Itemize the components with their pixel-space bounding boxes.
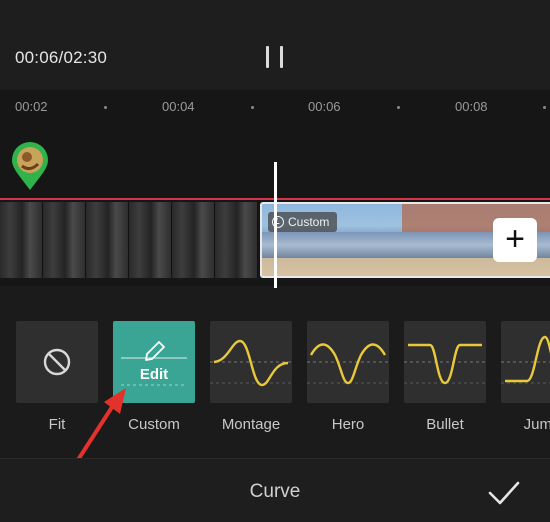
no-entry-icon (43, 348, 71, 376)
curve-icon (307, 343, 389, 385)
preset-label: Jump (523, 416, 550, 433)
edit-label: Edit (139, 366, 169, 383)
curve-icon (501, 335, 550, 384)
ruler-dot (543, 106, 546, 109)
preset-bullet[interactable]: Bullet (404, 321, 486, 433)
preset-label: Hero (331, 416, 365, 433)
curve-preset-list: Fit Edit Custom Montage Hero Bullet Jum (16, 321, 550, 441)
preset-custom-tile[interactable]: Edit (113, 321, 195, 403)
speed-curve-badge: Custom (268, 212, 338, 232)
preset-montage-tile[interactable] (210, 321, 292, 403)
bottom-sheet-bar: Curve (0, 458, 550, 522)
video-clip-1[interactable] (0, 202, 258, 278)
location-marker-icon[interactable] (10, 142, 50, 192)
time-ruler: 00:02 00:04 00:06 00:08 (0, 90, 550, 126)
add-clip-button[interactable]: + (493, 218, 537, 262)
player-bar: 00:06/02:30 (0, 0, 550, 90)
ruler-dot (251, 106, 254, 109)
preset-label: Custom (128, 416, 180, 433)
ruler-tick: 00:04 (162, 99, 195, 114)
preset-label: Montage (221, 416, 281, 433)
check-icon[interactable] (487, 479, 521, 507)
preset-fit[interactable]: Fit (16, 321, 98, 433)
preset-custom[interactable]: Edit Custom (113, 321, 195, 433)
preset-label: Fit (48, 416, 66, 433)
preset-montage[interactable]: Montage (210, 321, 292, 433)
ruler-tick: 00:02 (15, 99, 48, 114)
sheet-title: Curve (249, 481, 301, 502)
playhead[interactable] (274, 162, 277, 288)
curve-icon (210, 339, 292, 387)
preset-hero-tile[interactable] (307, 321, 389, 403)
preset-hero[interactable]: Hero (307, 321, 389, 433)
ruler-tick: 00:06 (308, 99, 341, 114)
pencil-icon (121, 341, 187, 386)
preset-jump[interactable]: Jump (501, 321, 550, 433)
ruler-dot (397, 106, 400, 109)
preset-label: Bullet (426, 416, 464, 433)
curve-icon (404, 343, 486, 385)
ruler-dot (104, 106, 107, 109)
ruler-tick: 00:08 (455, 99, 488, 114)
speed-curve-badge-label: Custom (288, 215, 330, 229)
pause-button[interactable] (264, 46, 286, 68)
pause-icon (266, 46, 269, 68)
preset-jump-tile[interactable] (501, 321, 550, 403)
preset-bullet-tile[interactable] (404, 321, 486, 403)
timecode: 00:06/02:30 (15, 48, 108, 67)
preset-fit-tile[interactable] (16, 321, 98, 403)
